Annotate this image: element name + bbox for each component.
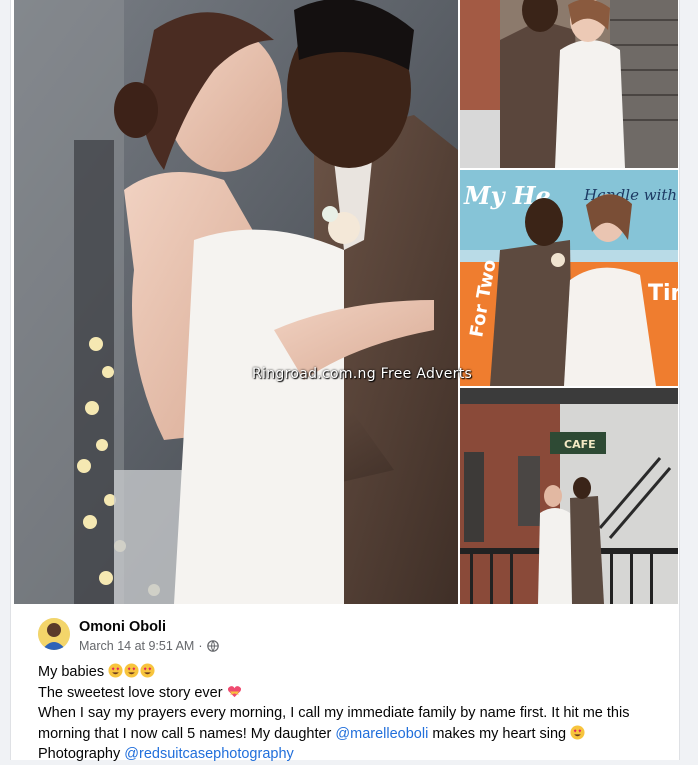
author-name[interactable]: Omoni Oboli xyxy=(79,619,166,635)
heart-with-ribbon-emoji-icon xyxy=(227,684,242,699)
post-line-text: When I say my prayers every morning, I c… xyxy=(38,705,630,721)
photo-middle-right[interactable]: My He Handle with For Two Tim xyxy=(460,170,678,386)
cafe-sign-text: CAFE xyxy=(564,438,596,451)
photo-collage: My He Handle with For Two Tim CAFE xyxy=(14,0,678,604)
post-line-text: makes my heart sing xyxy=(428,725,567,742)
watermark-text: Ringroad.com.ng Free Adverts xyxy=(252,366,473,382)
mention-link[interactable]: @marelleoboli xyxy=(335,726,428,742)
post-line: Photography @redsuitcasephotography xyxy=(38,744,668,765)
post-line: My babies xyxy=(38,662,668,683)
post-line-text: The sweetest love story ever xyxy=(38,684,223,701)
photo-top-right[interactable] xyxy=(460,0,678,168)
post-line: The sweetest love story ever xyxy=(38,683,668,704)
post-timestamp[interactable]: March 14 at 9:51 AM xyxy=(79,639,194,653)
author-avatar[interactable] xyxy=(38,618,70,650)
sign-text-bottom-right: Tim xyxy=(648,281,678,306)
meta-separator: · xyxy=(198,639,203,653)
post-line-text: morning that I now call 5 names! My daug… xyxy=(38,725,336,742)
heart-eyes-emoji-icon xyxy=(570,724,585,740)
globe-icon[interactable] xyxy=(206,640,219,652)
post-line: morning that I now call 5 names! My daug… xyxy=(38,724,668,745)
post-text: My babies The sweetest love story ever W… xyxy=(38,662,668,765)
post-line-text: Photography xyxy=(38,746,125,762)
heart-eyes-emoji-icon xyxy=(140,663,155,678)
mention-link[interactable]: @redsuitcasephotography xyxy=(124,746,294,762)
main-photo[interactable] xyxy=(14,0,458,604)
heart-eyes-emoji-icon xyxy=(108,663,123,678)
post-line-text: My babies xyxy=(38,664,105,680)
heart-eyes-emoji-icon xyxy=(124,663,139,678)
post-meta: March 14 at 9:51 AM · xyxy=(79,639,219,653)
photo-bottom-right[interactable]: CAFE xyxy=(460,388,678,604)
post-line: When I say my prayers every morning, I c… xyxy=(38,703,668,724)
